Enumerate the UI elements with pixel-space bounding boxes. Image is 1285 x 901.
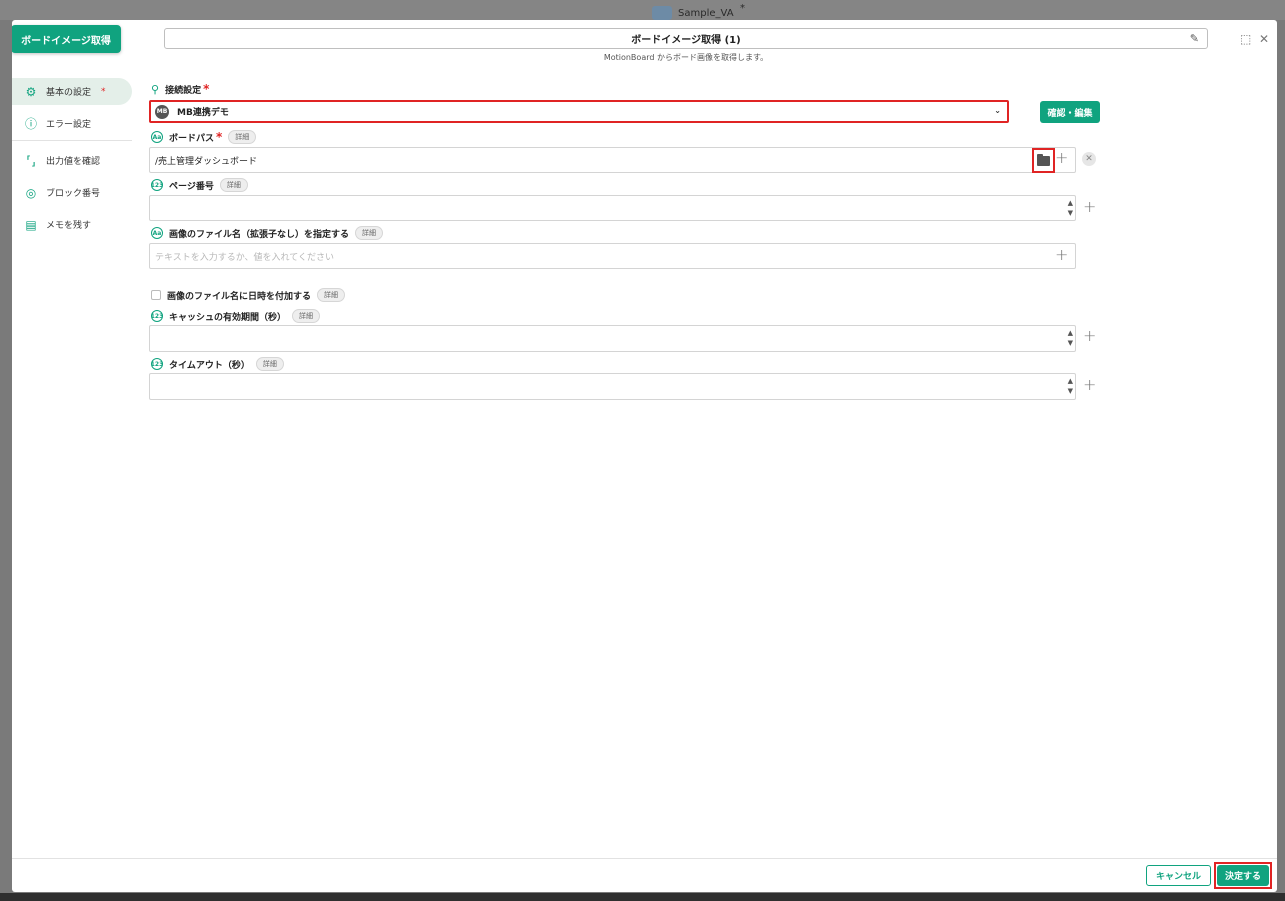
block-type-badge: ボードイメージ取得	[12, 25, 121, 53]
edit-pencil-icon[interactable]: ✎	[1190, 32, 1199, 45]
footer-divider	[12, 858, 1277, 859]
number-spinner[interactable]: ▲ ▼	[1068, 198, 1073, 218]
chevron-down-icon: ⌄	[994, 106, 1001, 115]
number-type-icon: 123	[151, 358, 163, 370]
output-icon: ⸢⸥	[26, 153, 36, 168]
add-variable-icon[interactable]: +	[1083, 326, 1096, 345]
error-icon: ⓘ	[24, 117, 37, 131]
background-editor-bar	[0, 0, 1285, 20]
connection-label: ⚲ 接続設定 *	[151, 82, 210, 96]
gear-icon: ⚙	[25, 84, 37, 99]
block-settings-dialog: ボードイメージ取得 ボードイメージ取得 (1) ✎ MotionBoard から…	[12, 20, 1277, 892]
page-number-label: 123 ページ番号 詳細	[151, 178, 248, 192]
confirm-button[interactable]: 決定する	[1217, 865, 1269, 886]
number-spinner[interactable]: ▲ ▼	[1068, 376, 1073, 396]
detail-chip[interactable]: 詳細	[219, 178, 248, 192]
file-name-label: Aa 画像のファイル名（拡張子なし）を指定する 詳細	[151, 226, 384, 240]
spin-up-icon[interactable]: ▲	[1068, 376, 1073, 386]
sidebar-item-output[interactable]: ⸢⸥ 出力値を確認	[12, 147, 132, 174]
memo-icon: ▤	[25, 217, 37, 232]
cache-period-label: 123 キャッシュの有効期間（秒） 詳細	[151, 309, 321, 323]
motionboard-logo-icon: MB	[155, 104, 169, 119]
text-type-icon: Aa	[151, 227, 163, 239]
sidebar-item-error[interactable]: ⓘ エラー設定	[12, 110, 132, 137]
add-variable-icon[interactable]: +	[1083, 197, 1096, 216]
cache-period-input[interactable]: ▲ ▼	[149, 325, 1076, 352]
text-type-icon: Aa	[151, 131, 163, 143]
sidebar-divider	[12, 140, 132, 141]
file-name-input[interactable]: テキストを入力するか、値を入れてください	[149, 243, 1076, 269]
number-icon: ◎	[25, 185, 37, 200]
app-icon	[652, 6, 672, 20]
background-title: Sample_VA *	[652, 3, 745, 20]
sidebar-item-basic[interactable]: ⚙ 基本の設定 *	[12, 78, 132, 105]
spin-up-icon[interactable]: ▲	[1068, 328, 1073, 338]
number-type-icon: 123	[151, 179, 163, 191]
block-description: MotionBoard からボード画像を取得します。	[603, 53, 769, 62]
page-number-input[interactable]: ▲ ▼	[149, 195, 1076, 221]
detail-chip[interactable]: 詳細	[255, 357, 284, 371]
browse-folder-button[interactable]	[1032, 148, 1055, 173]
cancel-button[interactable]: キャンセル	[1146, 865, 1211, 886]
settings-sidebar: ⚙ 基本の設定 * ⓘ エラー設定 ⸢⸥ 出力値を確認 ◎ ブロック番号 ▤ メモ…	[12, 78, 134, 243]
number-spinner[interactable]: ▲ ▼	[1068, 328, 1073, 348]
board-path-input[interactable]: /売上管理ダッシュボード	[149, 147, 1076, 173]
close-icon[interactable]: ✕	[1259, 32, 1269, 46]
add-variable-icon[interactable]: +	[1083, 375, 1096, 394]
folder-icon	[1037, 153, 1050, 166]
detail-chip[interactable]: 詳細	[355, 226, 384, 240]
timeout-input[interactable]: ▲ ▼	[149, 373, 1076, 400]
detail-chip[interactable]: 詳細	[228, 130, 257, 144]
clear-icon[interactable]: ✕	[1082, 152, 1096, 166]
add-variable-icon[interactable]: +	[1055, 245, 1068, 264]
add-variable-icon[interactable]: +	[1055, 148, 1068, 167]
confirm-edit-button[interactable]: 確認・編集	[1040, 101, 1100, 123]
confirm-button-highlight: 決定する	[1214, 862, 1272, 889]
board-path-label: Aa ボードパス * 詳細	[151, 130, 257, 144]
sidebar-item-memo[interactable]: ▤ メモを残す	[12, 211, 132, 238]
number-type-icon: 123	[151, 310, 163, 322]
spin-down-icon[interactable]: ▼	[1068, 208, 1073, 218]
select-area-icon[interactable]: ⬚	[1240, 32, 1251, 46]
detail-chip[interactable]: 詳細	[292, 309, 321, 323]
block-title-field[interactable]: ボードイメージ取得 (1) ✎	[164, 28, 1208, 49]
background-bottom	[0, 893, 1285, 901]
sidebar-item-block-number[interactable]: ◎ ブロック番号	[12, 179, 132, 206]
timeout-label: 123 タイムアウト（秒） 詳細	[151, 357, 284, 371]
append-datetime-row[interactable]: 画像のファイル名に日時を付加する 詳細	[151, 288, 346, 302]
spin-up-icon[interactable]: ▲	[1068, 198, 1073, 208]
connection-icon: ⚲	[151, 82, 160, 96]
append-datetime-checkbox[interactable]	[151, 290, 161, 300]
spin-down-icon[interactable]: ▼	[1068, 386, 1073, 396]
connection-select[interactable]: MB MB連携デモ ⌄	[149, 100, 1009, 123]
detail-chip[interactable]: 詳細	[317, 288, 346, 302]
spin-down-icon[interactable]: ▼	[1068, 338, 1073, 348]
